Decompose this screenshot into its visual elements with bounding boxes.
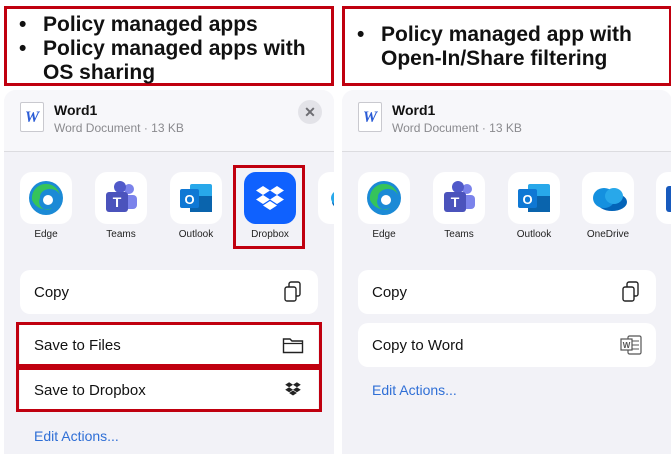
edit-actions-link[interactable]: Edit Actions... [372, 382, 457, 398]
document-name: Word1 [54, 102, 98, 118]
app-label: Teams [444, 229, 474, 240]
share-sheet: W Word1 Word Document · 13 KB ✕ Edge T T… [4, 90, 334, 454]
right-panel: • Policy managed app with Open-In/Share f… [342, 0, 671, 454]
document-meta: Word Document · 13 KB [392, 121, 522, 135]
app-edge[interactable]: Edge [354, 172, 414, 240]
word-icon: W [656, 172, 671, 224]
svg-text:T: T [451, 194, 460, 210]
copy-row[interactable]: Copy [20, 270, 318, 314]
app-label: On [314, 229, 334, 240]
save-to-dropbox-highlight [16, 367, 322, 412]
document-meta: Word Document · 13 KB [54, 121, 184, 135]
close-icon[interactable]: ✕ [298, 100, 322, 124]
dropbox-highlight [233, 165, 305, 249]
app-outlook[interactable]: O Outlook [166, 172, 226, 240]
word-doc-icon: W [358, 102, 382, 132]
right-caption: • Policy managed app with Open-In/Share f… [342, 6, 671, 86]
copy-to-word-row[interactable]: Copy to Word W [358, 323, 656, 367]
svg-text:T: T [113, 194, 122, 210]
left-caption: • Policy managed apps • Policy managed app… [4, 6, 334, 86]
svg-text:W: W [623, 341, 631, 350]
app-outlook[interactable]: O Outlook [504, 172, 564, 240]
document-header: W Word1 Word Document · 13 KB ✕ [4, 90, 334, 152]
app-teams[interactable]: T Teams [91, 172, 151, 240]
edit-actions-link[interactable]: Edit Actions... [34, 428, 119, 444]
svg-text:O: O [522, 192, 532, 207]
outlook-icon: O [508, 172, 560, 224]
teams-icon: T [95, 172, 147, 224]
action-label: Copy [372, 283, 408, 301]
copy-row[interactable]: Copy [358, 270, 656, 314]
app-label: Edge [372, 229, 396, 240]
svg-text:O: O [184, 192, 194, 207]
teams-icon: T [433, 172, 485, 224]
document-header: W Word1 Word Document · 13 KB [342, 90, 671, 152]
app-word[interactable]: W W [652, 172, 671, 240]
share-sheet: W Word1 Word Document · 13 KB Edge T Tea… [342, 90, 671, 454]
edge-icon [358, 172, 410, 224]
app-label: Edge [34, 229, 58, 240]
document-name: Word1 [392, 102, 436, 118]
app-partial[interactable]: On [314, 172, 334, 240]
copy-icon [620, 281, 642, 303]
left-panel: • Policy managed apps • Policy managed app… [4, 0, 334, 454]
app-teams[interactable]: T Teams [429, 172, 489, 240]
app-label: Teams [106, 229, 136, 240]
word-doc-icon: W [620, 334, 642, 356]
outlook-icon: O [170, 172, 222, 224]
app-edge[interactable]: Edge [16, 172, 76, 240]
copy-icon [282, 281, 304, 303]
app-onedrive[interactable]: OneDrive [578, 172, 638, 240]
action-label: Copy [34, 283, 70, 301]
onedrive-icon [582, 172, 634, 224]
app-label: Outlook [516, 229, 552, 240]
action-label: Copy to Word [372, 336, 464, 354]
caption-line: Policy managed apps with OS sharing [43, 37, 306, 84]
edge-icon [20, 172, 72, 224]
app-label: Outlook [178, 229, 214, 240]
app-label: W [652, 229, 671, 240]
app-label: OneDrive [586, 229, 630, 240]
app-row: Edge T Teams O Outlook OneDrive [342, 172, 671, 252]
save-to-files-highlight [16, 322, 322, 367]
caption-line: Policy managed apps [43, 13, 258, 36]
word-doc-icon: W [20, 102, 44, 132]
caption-line: Policy managed app with Open-In/Share fi… [381, 23, 632, 70]
onedrive-icon [318, 172, 334, 224]
